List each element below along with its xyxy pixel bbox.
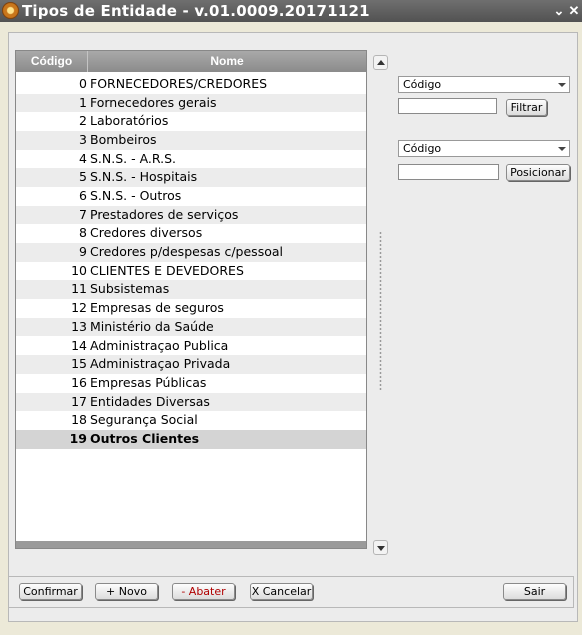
cell-name: Empresas de seguros xyxy=(90,300,224,316)
cell-code: 2 xyxy=(79,113,87,129)
cell-name: Administraçao Publica xyxy=(90,337,229,353)
filter-button[interactable]: Filtrar xyxy=(506,99,547,116)
table-row[interactable]: 12 Empresas de seguros xyxy=(16,299,366,318)
cell-name: Ministério da Saúde xyxy=(90,318,214,334)
cell-code: 19 xyxy=(69,430,87,446)
cell-code: 7 xyxy=(79,206,87,222)
cancel-button-label: X Cancelar xyxy=(251,585,312,598)
confirm-button-label: Confirmar xyxy=(23,585,78,598)
window-title: Tipos de Entidade - v.01.0009.20171121 xyxy=(22,2,370,20)
entity-types-grid[interactable]: Código Nome 0 FORNECEDORES/CREDORES 1 Forne… xyxy=(15,50,367,549)
table-row[interactable]: 10 CLIENTES E DEVEDORES xyxy=(16,262,366,281)
app-logo-icon xyxy=(2,2,19,19)
filter-field-select-value: Código xyxy=(403,78,442,91)
table-row[interactable]: 14 Administraçao Publica xyxy=(16,337,366,356)
confirm-button[interactable]: Confirmar xyxy=(19,583,82,600)
vertical-scrollbar[interactable] xyxy=(373,55,388,555)
delete-button[interactable]: - Abater xyxy=(172,583,235,600)
cell-name: S.N.S. - Hospitais xyxy=(90,169,198,185)
position-input[interactable] xyxy=(398,164,499,180)
table-row[interactable]: 13 Ministério da Saúde xyxy=(16,317,366,337)
column-header-name[interactable]: Nome xyxy=(88,51,366,72)
cell-code: 1 xyxy=(79,94,87,110)
cell-code: 13 xyxy=(71,318,87,334)
cell-name: S.N.S. - Outros xyxy=(90,188,182,204)
minimize-icon[interactable]: ⌄ xyxy=(552,3,566,18)
cell-code: 5 xyxy=(79,169,87,185)
cell-name: Credores diversos xyxy=(90,225,203,241)
table-row[interactable]: 8 Credores diversos xyxy=(16,224,366,243)
cell-code: 9 xyxy=(79,244,87,260)
position-button[interactable]: Posicionar xyxy=(506,164,570,181)
cell-name: FORNECEDORES/CREDORES xyxy=(90,76,268,91)
cell-name: Outros Clientes xyxy=(90,430,200,446)
cell-name: Credores p/despesas c/pessoal xyxy=(90,244,283,260)
new-button-label: + Novo xyxy=(106,585,147,598)
filter-button-label: Filtrar xyxy=(510,101,543,114)
cancel-button[interactable]: X Cancelar xyxy=(250,583,313,600)
column-header-code[interactable]: Código xyxy=(16,51,88,72)
table-row[interactable]: 11 Subsistemas xyxy=(16,280,366,300)
cell-code: 12 xyxy=(71,300,87,316)
scroll-down-icon[interactable] xyxy=(373,540,388,555)
exit-button[interactable]: Sair xyxy=(503,583,566,600)
table-row[interactable]: 7 Prestadores de serviços xyxy=(16,205,366,225)
position-button-label: Posicionar xyxy=(510,166,566,179)
cell-name: Fornecedores gerais xyxy=(90,94,217,110)
cell-code: 4 xyxy=(79,150,87,166)
cell-name: Subsistemas xyxy=(90,281,170,297)
cell-name: Entidades Diversas xyxy=(90,393,210,409)
table-row[interactable]: 1 Fornecedores gerais xyxy=(16,93,366,113)
table-row[interactable]: 19 Outros Clientes xyxy=(16,429,366,449)
cell-code: 15 xyxy=(71,356,87,372)
table-row[interactable]: 16 Empresas Públicas xyxy=(16,374,366,393)
grid-footer xyxy=(16,541,366,548)
table-row[interactable]: 9 Credores p/despesas c/pessoal xyxy=(16,243,366,262)
cell-code: 18 xyxy=(71,412,87,428)
delete-button-label: - Abater xyxy=(181,585,226,598)
cell-name: Empresas Públicas xyxy=(90,374,207,390)
cell-code: 0 xyxy=(79,76,87,91)
cell-name: Segurança Social xyxy=(90,412,198,428)
position-field-select-value: Código xyxy=(403,142,442,155)
scroll-up-icon[interactable] xyxy=(373,55,388,70)
cell-code: 8 xyxy=(79,225,87,241)
table-row[interactable]: 4 S.N.S. - A.R.S. xyxy=(16,150,366,169)
cell-code: 14 xyxy=(71,337,87,353)
table-row[interactable]: 0 FORNECEDORES/CREDORES xyxy=(16,75,366,94)
cell-code: 3 xyxy=(79,132,87,148)
scroll-grip[interactable] xyxy=(378,231,383,391)
table-row[interactable]: 17 Entidades Diversas xyxy=(16,392,366,412)
title-bar: Tipos de Entidade - v.01.0009.20171121 ⌄… xyxy=(0,0,582,22)
cell-name: Prestadores de serviços xyxy=(90,206,239,222)
chevron-down-icon xyxy=(558,147,566,151)
new-button[interactable]: + Novo xyxy=(95,583,158,600)
table-row[interactable]: 18 Segurança Social xyxy=(16,411,366,430)
table-row[interactable]: 6 S.N.S. - Outros xyxy=(16,187,366,206)
filter-input[interactable] xyxy=(398,98,497,114)
table-row[interactable]: 15 Administraçao Privada xyxy=(16,355,366,374)
table-row[interactable]: 2 Laboratórios xyxy=(16,112,366,131)
filter-field-select[interactable]: Código xyxy=(398,76,570,93)
cell-code: 11 xyxy=(71,281,87,297)
cell-name: CLIENTES E DEVEDORES xyxy=(90,262,244,278)
cell-name: Administraçao Privada xyxy=(90,356,231,372)
position-field-select[interactable]: Código xyxy=(398,140,570,157)
cell-code: 10 xyxy=(71,262,87,278)
chevron-down-icon xyxy=(558,83,566,87)
table-row[interactable]: 3 Bombeiros xyxy=(16,131,366,150)
cell-code: 6 xyxy=(79,188,87,204)
cell-code: 16 xyxy=(71,374,87,390)
cell-name: Laboratórios xyxy=(90,113,169,129)
cell-name: Bombeiros xyxy=(90,132,157,148)
grid-header: Código Nome xyxy=(16,51,366,72)
exit-button-label: Sair xyxy=(523,585,546,598)
table-row[interactable]: 5 S.N.S. - Hospitais xyxy=(16,168,366,187)
close-icon[interactable]: ✕ xyxy=(567,3,581,18)
cell-name: S.N.S. - A.R.S. xyxy=(90,150,177,166)
cell-code: 17 xyxy=(71,393,87,409)
